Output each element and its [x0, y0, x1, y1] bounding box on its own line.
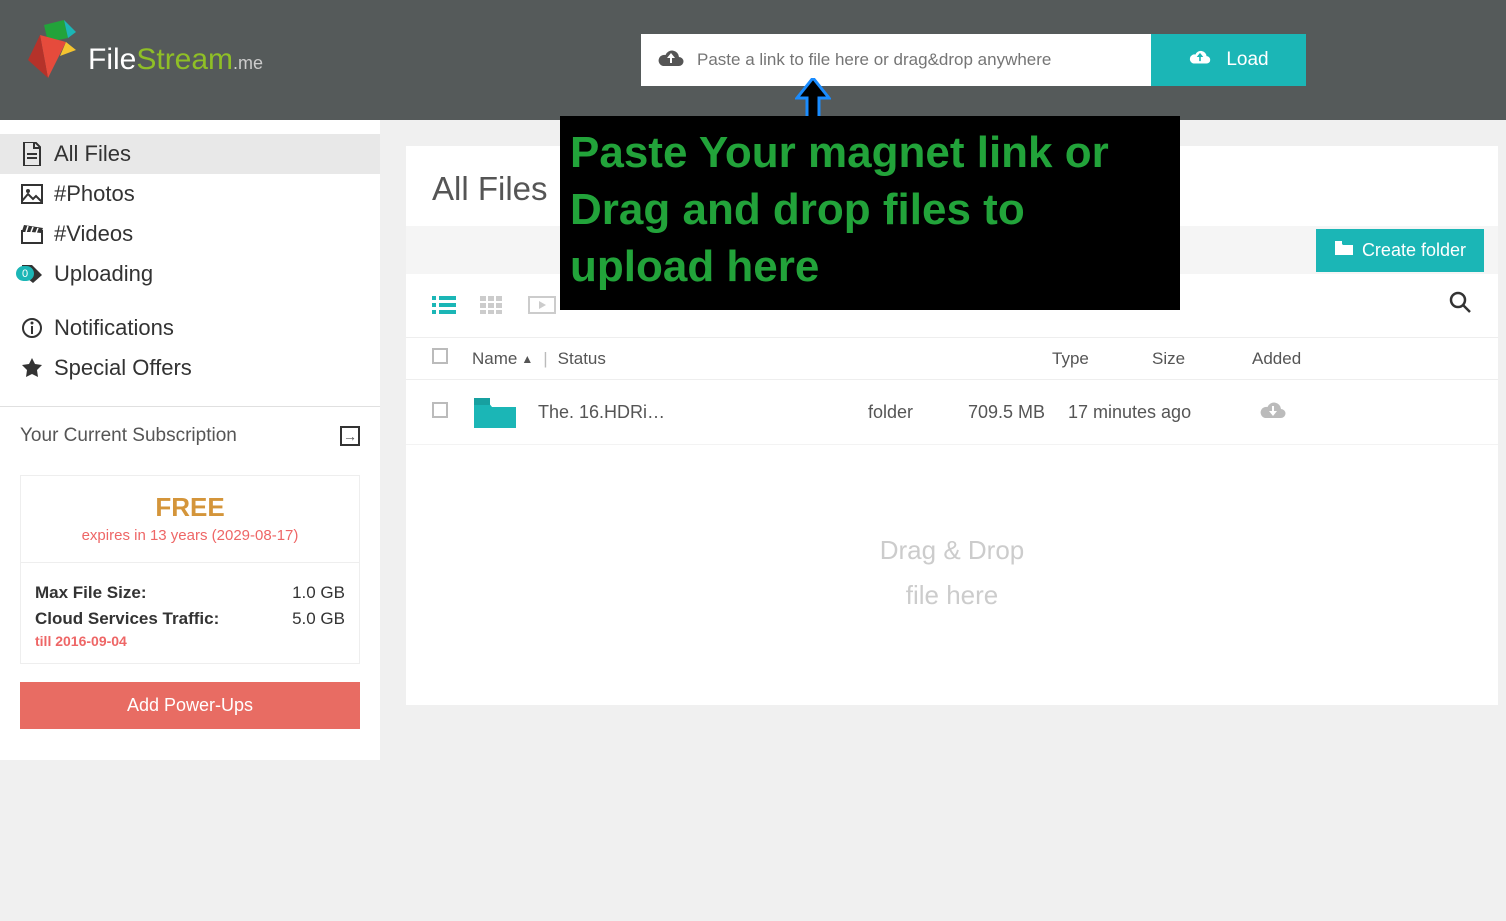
grid-view-icon[interactable] [480, 296, 508, 316]
add-powerups-button[interactable]: Add Power-Ups [20, 682, 360, 729]
select-all-checkbox[interactable] [432, 348, 448, 364]
annotation-arrow-icon [795, 78, 831, 120]
link-input-container [641, 34, 1151, 86]
logo[interactable]: FileStream.me [20, 20, 263, 100]
expand-icon[interactable]: → [340, 426, 360, 446]
sidebar-item-uploading[interactable]: 0 Uploading [0, 254, 380, 294]
column-size[interactable]: Size [1152, 349, 1252, 369]
file-icon [20, 142, 44, 166]
sidebar-item-label: Uploading [54, 261, 153, 287]
clapper-icon [20, 224, 44, 244]
sidebar-item-label: #Videos [54, 221, 133, 247]
folder-plus-icon [1334, 240, 1354, 261]
sidebar: All Files #Photos #Videos 0 Uploading [0, 120, 380, 760]
logo-text: FileStream.me [88, 43, 263, 77]
cloud-upload-icon [657, 47, 685, 74]
link-input[interactable] [697, 50, 1135, 70]
file-table: Name ▲ | Status Type Size Added The. [406, 338, 1498, 445]
limits-panel: Max File Size: 1.0 GB Cloud Services Tra… [20, 563, 360, 664]
max-file-size-value: 1.0 GB [292, 583, 345, 603]
sidebar-item-label: All Files [54, 141, 131, 167]
sidebar-item-all-files[interactable]: All Files [0, 134, 380, 174]
file-added: 17 minutes ago [1068, 402, 1228, 423]
load-button[interactable]: Load [1151, 34, 1306, 86]
column-name[interactable]: Name [472, 349, 517, 369]
plan-expires: expires in 13 years (2029-08-17) [21, 527, 359, 544]
sort-asc-icon: ▲ [521, 352, 533, 366]
link-load-area: Load [641, 34, 1306, 86]
sidebar-item-notifications[interactable]: Notifications [0, 308, 380, 348]
cloud-traffic-label: Cloud Services Traffic: [35, 609, 219, 629]
dropzone-line2: file here [406, 580, 1498, 611]
table-row[interactable]: The. 16.HDRi… folder 709.5 MB 17 minutes… [406, 380, 1498, 445]
file-type: folder [868, 402, 968, 423]
app-header: FileStream.me Load [0, 0, 1506, 120]
folder-icon [472, 394, 518, 430]
file-size: 709.5 MB [968, 402, 1068, 423]
image-icon [20, 184, 44, 204]
sidebar-item-label: #Photos [54, 181, 135, 207]
dropzone[interactable]: Drag & Drop file here [406, 535, 1498, 611]
max-file-size-label: Max File Size: [35, 583, 146, 603]
list-view-icon[interactable] [432, 296, 460, 316]
file-name: The. 16.HDRi… [538, 402, 868, 423]
upload-count-badge: 0 [16, 266, 34, 281]
search-icon[interactable] [1448, 290, 1472, 321]
sidebar-item-videos[interactable]: #Videos [0, 214, 380, 254]
sidebar-item-label: Notifications [54, 315, 174, 341]
create-folder-button[interactable]: Create folder [1316, 229, 1484, 272]
row-checkbox[interactable] [432, 402, 448, 418]
star-icon [20, 357, 44, 379]
dropzone-line1: Drag & Drop [406, 535, 1498, 566]
column-added[interactable]: Added [1252, 349, 1412, 369]
sidebar-item-label: Special Offers [54, 355, 192, 381]
player-view-icon[interactable] [528, 296, 556, 316]
info-icon [20, 317, 44, 339]
create-folder-label: Create folder [1362, 240, 1466, 261]
table-header: Name ▲ | Status Type Size Added [406, 338, 1498, 380]
cloud-traffic-value: 5.0 GB [292, 609, 345, 629]
plan-card: FREE expires in 13 years (2029-08-17) [20, 475, 360, 563]
logo-icon [20, 20, 80, 100]
column-type[interactable]: Type [1052, 349, 1152, 369]
annotation-overlay: Paste Your magnet link or Drag and drop … [560, 116, 1180, 310]
cloud-traffic-till: till 2016-09-04 [35, 633, 345, 649]
sidebar-item-photos[interactable]: #Photos [0, 174, 380, 214]
plan-name: FREE [21, 476, 359, 523]
sidebar-item-special-offers[interactable]: Special Offers [0, 348, 380, 388]
subscription-heading: Your Current Subscription → [20, 425, 360, 447]
cloud-upload-icon [1188, 48, 1212, 72]
tag-icon: 0 [20, 264, 44, 284]
cloud-download-icon[interactable] [1258, 397, 1288, 427]
column-status[interactable]: Status [558, 349, 606, 369]
load-button-label: Load [1226, 49, 1268, 71]
